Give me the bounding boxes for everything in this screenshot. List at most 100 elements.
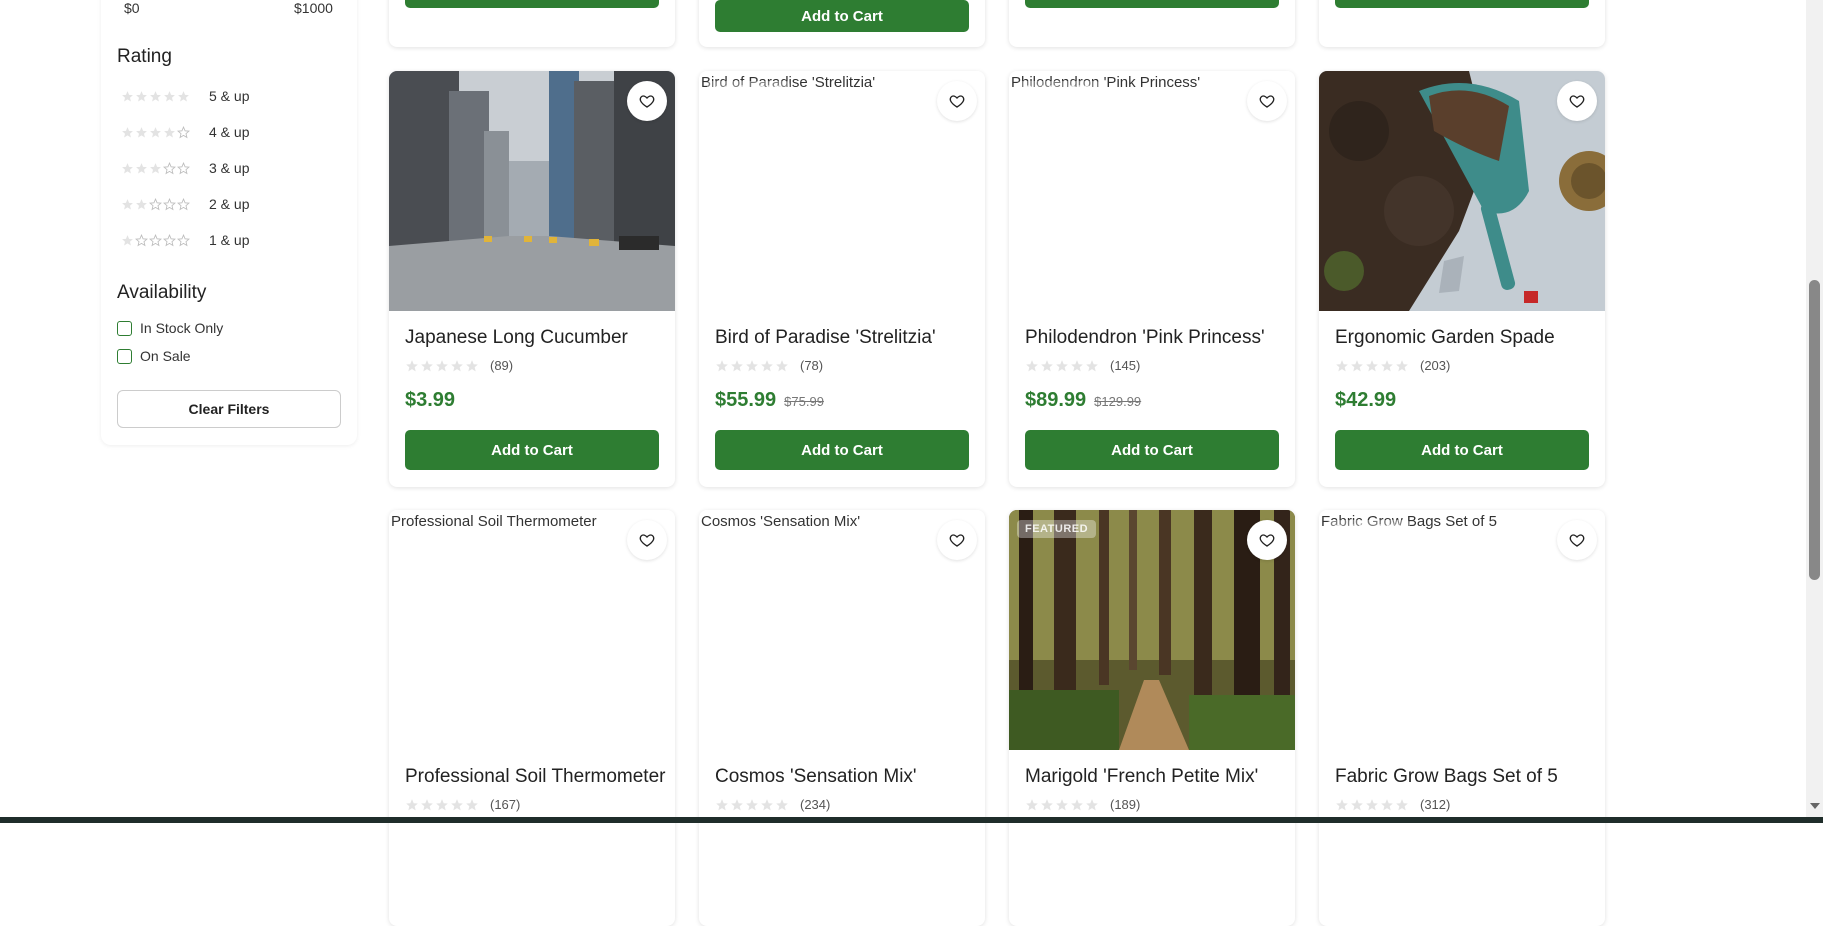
product-rating: (78) <box>715 358 823 373</box>
in-stock-checkbox[interactable]: In Stock Only <box>117 320 223 336</box>
star-icon <box>122 162 133 173</box>
star-icon <box>1366 359 1378 371</box>
rating-filter-label: 5 & up <box>209 88 250 104</box>
star-icon <box>761 798 773 810</box>
product-name[interactable]: Cosmos 'Sensation Mix' <box>715 766 917 788</box>
star-icon <box>1366 798 1378 810</box>
clear-filters-button[interactable]: Clear Filters <box>117 390 341 428</box>
rating-filter-label: 3 & up <box>209 160 250 176</box>
star-icon <box>746 798 758 810</box>
add-to-cart-button[interactable]: Add to Cart <box>715 0 969 32</box>
product-card[interactable]: FEATURED Marigold 'French Petite Mix' (1… <box>1009 510 1295 926</box>
product-image[interactable]: FEATURED <box>1009 510 1295 750</box>
wishlist-button[interactable] <box>1247 520 1287 560</box>
rating-filter-3[interactable]: 3 & up <box>121 157 249 179</box>
rating-filter-4[interactable]: 4 & up <box>121 121 249 143</box>
wishlist-button[interactable] <box>1557 81 1597 121</box>
review-count: (78) <box>800 358 824 373</box>
product-price: $55.99 <box>715 389 777 411</box>
review-count: (89) <box>490 358 514 373</box>
wishlist-button[interactable] <box>1247 81 1287 121</box>
star-icon <box>1381 798 1393 810</box>
product-image[interactable] <box>389 71 675 311</box>
add-to-cart-button[interactable] <box>1025 0 1279 8</box>
review-count: (145) <box>1110 358 1141 373</box>
wishlist-button[interactable] <box>1557 520 1597 560</box>
product-card[interactable]: Japanese Long Cucumber (89) $3.99 Add to… <box>389 71 675 487</box>
add-to-cart-button[interactable]: Add to Cart <box>1335 430 1589 470</box>
product-card[interactable]: Ergonomic Garden Spade (203) $42.99 Add … <box>1319 71 1605 487</box>
star-icon <box>731 798 743 810</box>
taskbar-edge <box>0 817 1823 823</box>
rating-filter-2[interactable]: 2 & up <box>121 193 249 215</box>
star-icon <box>177 161 190 174</box>
product-rating: (203) <box>1335 358 1450 373</box>
star-icon <box>451 798 463 810</box>
page-scrollbar[interactable] <box>1806 0 1823 823</box>
star-rating-icon <box>715 798 790 812</box>
add-to-cart-button[interactable]: Add to Cart <box>1025 430 1279 470</box>
product-rating: (234) <box>715 797 830 812</box>
star-icon <box>1336 798 1348 810</box>
product-name[interactable]: Philodendron 'Pink Princess' <box>1025 327 1265 349</box>
sale-badge: SALE · RED <box>1017 81 1101 99</box>
star-icon <box>164 126 175 137</box>
product-name[interactable]: Fabric Grow Bags Set of 5 <box>1335 766 1558 788</box>
product-card-partial <box>1319 0 1605 47</box>
scroll-down-arrow-icon[interactable] <box>1810 803 1820 809</box>
price-max-label: $1000 <box>294 0 333 16</box>
product-image[interactable] <box>1319 71 1605 311</box>
star-icon <box>1336 359 1348 371</box>
star-icon <box>406 359 418 371</box>
heart-icon <box>949 534 965 547</box>
star-icon <box>731 359 743 371</box>
review-count: (167) <box>490 797 521 812</box>
broken-image-alt-text: Professional Soil Thermometer <box>391 513 597 530</box>
rating-filter-1[interactable]: 1 & up <box>121 229 249 251</box>
availability-filter-title: Availability <box>117 282 207 303</box>
product-rating: (312) <box>1335 797 1450 812</box>
product-card[interactable]: Fabric Grow Bags Set of 5 SALE · RED Fab… <box>1319 510 1605 926</box>
star-icon <box>1381 359 1393 371</box>
star-rating-icon <box>715 359 790 373</box>
rating-filter-5[interactable]: 5 & up <box>121 85 249 107</box>
product-card-partial <box>1009 0 1295 47</box>
on-sale-checkbox[interactable]: On Sale <box>117 348 191 364</box>
product-rating: (167) <box>405 797 520 812</box>
in-stock-label: In Stock Only <box>140 320 224 336</box>
add-to-cart-button[interactable]: Add to Cart <box>405 430 659 470</box>
add-to-cart-button[interactable] <box>405 0 659 8</box>
heart-icon <box>1569 95 1585 108</box>
product-card[interactable]: Cosmos 'Sensation Mix' Cosmos 'Sensation… <box>699 510 985 926</box>
wishlist-button[interactable] <box>937 81 977 121</box>
original-price: $75.99 <box>784 394 824 409</box>
product-name[interactable]: Marigold 'French Petite Mix' <box>1025 766 1258 788</box>
product-card[interactable]: Philodendron 'Pink Princess' SALE · RED … <box>1009 71 1295 487</box>
product-name[interactable]: Professional Soil Thermometer <box>405 766 665 788</box>
star-icon <box>122 234 133 245</box>
product-card[interactable]: Bird of Paradise 'Strelitzia' SALE · RED… <box>699 71 985 487</box>
scrollbar-thumb[interactable] <box>1809 280 1820 580</box>
product-image[interactable]: Fabric Grow Bags Set of 5 SALE · RED <box>1319 510 1605 750</box>
product-name[interactable]: Bird of Paradise 'Strelitzia' <box>715 327 936 349</box>
product-image[interactable]: Philodendron 'Pink Princess' SALE · RED <box>1009 71 1295 311</box>
wishlist-button[interactable] <box>937 520 977 560</box>
product-name[interactable]: Ergonomic Garden Spade <box>1335 327 1555 349</box>
sale-badge: SALE · RED <box>707 81 791 99</box>
product-image[interactable]: Professional Soil Thermometer <box>389 510 675 750</box>
product-name[interactable]: Japanese Long Cucumber <box>405 327 628 349</box>
product-rating: (145) <box>1025 358 1140 373</box>
product-image[interactable]: Cosmos 'Sensation Mix' <box>699 510 985 750</box>
add-to-cart-button[interactable]: Add to Cart <box>715 430 969 470</box>
star-icon <box>1396 359 1408 371</box>
wishlist-button[interactable] <box>627 81 667 121</box>
wishlist-button[interactable] <box>627 520 667 560</box>
star-rating-icon <box>121 90 207 103</box>
add-to-cart-button[interactable] <box>1335 0 1589 8</box>
product-image[interactable]: Bird of Paradise 'Strelitzia' SALE · RED <box>699 71 985 311</box>
star-icon <box>149 197 162 210</box>
product-card[interactable]: Professional Soil Thermometer Profession… <box>389 510 675 926</box>
star-icon <box>177 233 190 246</box>
price-min-label: $0 <box>124 0 140 16</box>
star-icon <box>163 197 176 210</box>
